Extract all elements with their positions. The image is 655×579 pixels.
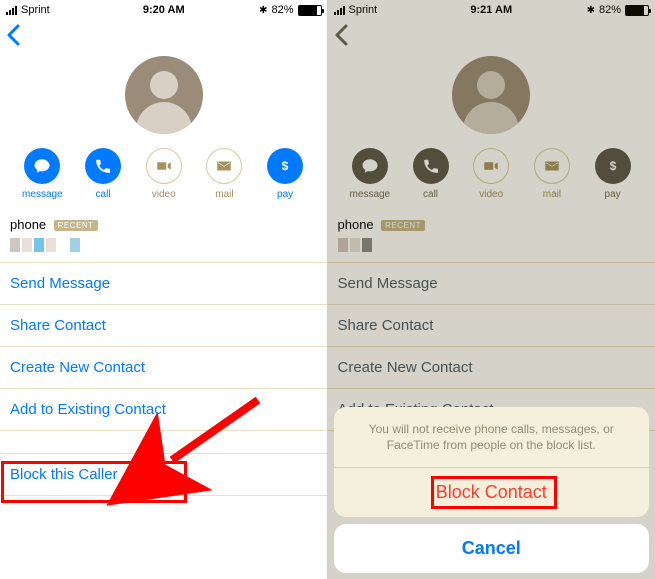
share-contact-row[interactable]: Share Contact bbox=[328, 305, 655, 347]
call-button[interactable]: call bbox=[404, 148, 458, 200]
pay-button[interactable]: $ pay bbox=[586, 148, 640, 200]
create-new-contact-row[interactable]: Create New Contact bbox=[0, 347, 328, 389]
video-button: video bbox=[464, 148, 518, 200]
block-contact-button[interactable]: Block Contact bbox=[334, 468, 650, 517]
bluetooth-icon: ✱ bbox=[587, 5, 595, 16]
message-button[interactable]: message bbox=[343, 148, 397, 200]
signal-icon bbox=[334, 6, 345, 15]
message-button[interactable]: message bbox=[15, 148, 69, 200]
list-gap bbox=[0, 431, 328, 453]
phone-section: phone RECENT bbox=[0, 210, 328, 263]
screenshot-right: Sprint 9:21 AM ✱ 82% message bbox=[328, 0, 655, 579]
status-bar: Sprint 9:20 AM ✱ 82% bbox=[0, 0, 328, 20]
phone-field-label: phone bbox=[10, 217, 46, 232]
contact-actions: message call video mail bbox=[328, 148, 655, 210]
message-icon bbox=[352, 148, 388, 184]
signal-icon bbox=[6, 6, 17, 15]
create-new-contact-row[interactable]: Create New Contact bbox=[328, 347, 655, 389]
video-label: video bbox=[464, 189, 518, 200]
contact-actions: message call video mail bbox=[0, 148, 328, 210]
phone-section: phone RECENT bbox=[328, 210, 655, 263]
phone-icon bbox=[85, 148, 121, 184]
message-label: message bbox=[15, 189, 69, 200]
svg-text:$: $ bbox=[282, 159, 289, 173]
cancel-button[interactable]: Cancel bbox=[334, 524, 650, 573]
carrier-label: Sprint bbox=[349, 4, 378, 16]
screenshot-left: Sprint 9:20 AM ✱ 82% message bbox=[0, 0, 328, 579]
bluetooth-icon: ✱ bbox=[259, 5, 267, 16]
pay-label: pay bbox=[586, 189, 640, 200]
block-caller-row[interactable]: Block this Caller bbox=[0, 453, 328, 496]
action-sheet-message: You will not receive phone calls, messag… bbox=[334, 407, 650, 467]
video-icon bbox=[473, 148, 509, 184]
carrier-label: Sprint bbox=[21, 4, 50, 16]
battery-icon bbox=[298, 5, 322, 16]
mail-icon bbox=[206, 148, 242, 184]
status-time: 9:21 AM bbox=[470, 4, 512, 16]
back-button[interactable] bbox=[6, 24, 22, 46]
video-button: video bbox=[137, 148, 191, 200]
contact-avatar bbox=[328, 56, 655, 134]
mail-button: mail bbox=[525, 148, 579, 200]
phone-icon bbox=[413, 148, 449, 184]
battery-pct: 82% bbox=[599, 4, 621, 16]
contact-avatar bbox=[0, 56, 328, 134]
message-label: message bbox=[343, 189, 397, 200]
mail-button: mail bbox=[197, 148, 251, 200]
dollar-icon: $ bbox=[595, 148, 631, 184]
phone-field-label: phone bbox=[338, 217, 374, 232]
mail-icon bbox=[534, 148, 570, 184]
call-label: call bbox=[76, 189, 130, 200]
recent-badge: RECENT bbox=[381, 220, 425, 231]
call-label: call bbox=[404, 189, 458, 200]
dollar-icon: $ bbox=[267, 148, 303, 184]
add-existing-contact-row[interactable]: Add to Existing Contact bbox=[0, 389, 328, 431]
call-button[interactable]: call bbox=[76, 148, 130, 200]
pay-button[interactable]: $ pay bbox=[258, 148, 312, 200]
phone-number-redacted bbox=[338, 238, 646, 252]
action-sheet: You will not receive phone calls, messag… bbox=[334, 407, 650, 573]
recent-badge: RECENT bbox=[54, 220, 98, 231]
message-icon bbox=[24, 148, 60, 184]
phone-number-redacted bbox=[10, 238, 318, 252]
nav-bar bbox=[328, 20, 655, 52]
send-message-row[interactable]: Send Message bbox=[328, 263, 655, 305]
status-time: 9:20 AM bbox=[143, 4, 185, 16]
battery-pct: 82% bbox=[271, 4, 293, 16]
mail-label: mail bbox=[197, 189, 251, 200]
share-contact-row[interactable]: Share Contact bbox=[0, 305, 328, 347]
status-bar: Sprint 9:21 AM ✱ 82% bbox=[328, 0, 655, 20]
send-message-row[interactable]: Send Message bbox=[0, 263, 328, 305]
battery-icon bbox=[625, 5, 649, 16]
svg-text:$: $ bbox=[609, 159, 616, 173]
mail-label: mail bbox=[525, 189, 579, 200]
back-button[interactable] bbox=[334, 24, 350, 46]
nav-bar bbox=[0, 20, 328, 52]
video-icon bbox=[146, 148, 182, 184]
pay-label: pay bbox=[258, 189, 312, 200]
video-label: video bbox=[137, 189, 191, 200]
